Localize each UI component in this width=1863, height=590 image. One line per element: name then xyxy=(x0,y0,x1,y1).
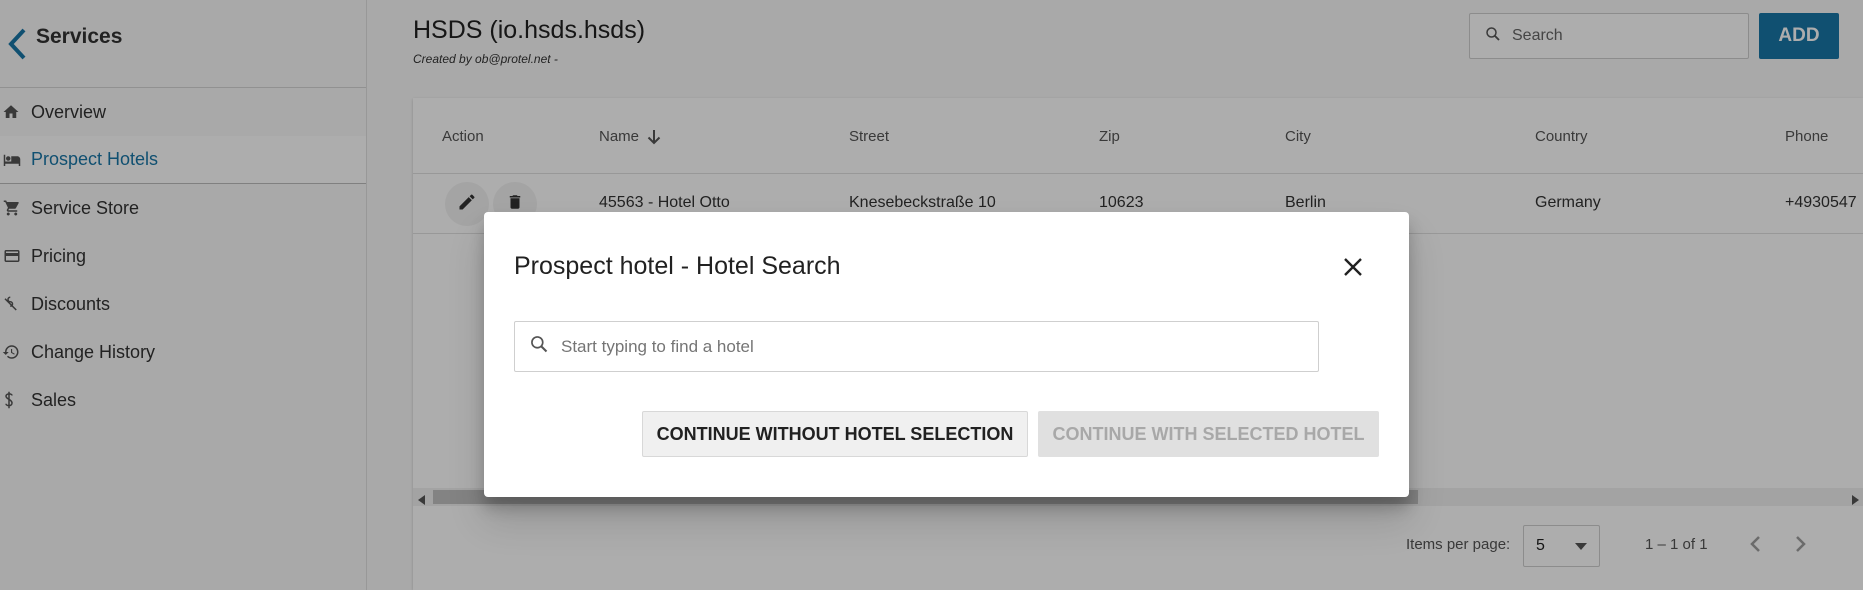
continue-with-selected-hotel-button[interactable]: CONTINUE WITH SELECTED HOTEL xyxy=(1038,411,1379,457)
continue-without-hotel-button[interactable]: CONTINUE WITHOUT HOTEL SELECTION xyxy=(642,411,1028,457)
hotel-search-field[interactable] xyxy=(514,321,1319,372)
hotel-search-input[interactable] xyxy=(561,336,1261,357)
close-button[interactable] xyxy=(1338,254,1368,284)
hotel-search-dialog: Prospect hotel - Hotel Search CONTINUE W… xyxy=(484,212,1409,497)
close-icon xyxy=(1343,257,1363,282)
dialog-title: Prospect hotel - Hotel Search xyxy=(514,252,841,280)
search-icon xyxy=(529,334,549,359)
